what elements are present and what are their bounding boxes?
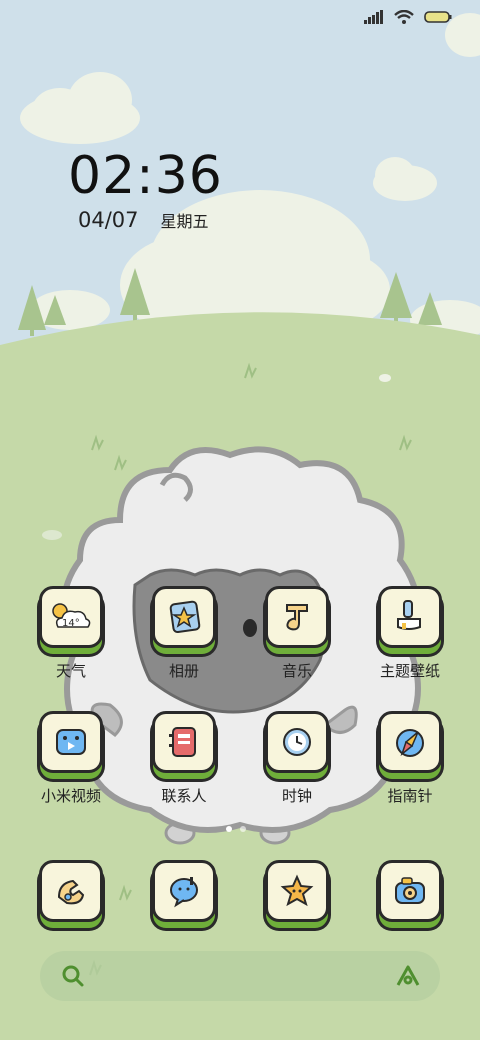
dock-camera[interactable] xyxy=(360,860,460,922)
weather-temp: 14° xyxy=(62,618,80,629)
themes-icon xyxy=(397,600,421,630)
battery-icon xyxy=(424,11,452,23)
star-app-icon xyxy=(280,874,314,907)
weather-icon: 14° xyxy=(52,603,91,629)
app-video[interactable]: 小米视频 xyxy=(21,711,121,806)
app-label: 相册 xyxy=(168,662,199,680)
page-indicator[interactable] xyxy=(226,826,246,832)
app-label: 指南针 xyxy=(387,787,433,805)
music-icon xyxy=(286,604,308,631)
phone-icon xyxy=(57,879,85,905)
app-label: 小米视频 xyxy=(40,787,101,805)
app-contacts[interactable]: 联系人 xyxy=(134,711,234,806)
app-label: 时钟 xyxy=(281,787,312,805)
app-label: 音乐 xyxy=(281,662,312,680)
assistant-icon[interactable] xyxy=(394,963,422,989)
search-icon[interactable] xyxy=(60,963,86,989)
dock-messages[interactable] xyxy=(134,860,234,922)
gallery-icon xyxy=(169,600,201,634)
compass-icon xyxy=(396,729,424,757)
app-clock[interactable]: 时钟 xyxy=(247,711,347,806)
camera-icon xyxy=(395,877,425,904)
clock-icon xyxy=(283,728,311,756)
signal-icon xyxy=(364,10,383,24)
contacts-icon xyxy=(169,727,196,757)
app-compass[interactable]: 指南针 xyxy=(360,711,460,806)
page-dot[interactable] xyxy=(240,826,246,832)
date-text: 04/07 xyxy=(78,208,139,232)
clock-date[interactable]: 04/07 星期五 xyxy=(78,208,209,232)
app-label: 主题壁纸 xyxy=(379,662,440,680)
app-label: 联系人 xyxy=(161,787,207,805)
status-bar xyxy=(364,10,452,24)
dock-star-app[interactable] xyxy=(247,860,347,922)
app-music[interactable]: 音乐 xyxy=(247,586,347,681)
app-gallery[interactable]: 相册 xyxy=(134,586,234,681)
search-bar[interactable] xyxy=(40,951,440,1001)
wifi-icon xyxy=(394,10,414,24)
messages-icon xyxy=(170,877,198,908)
clock-time[interactable]: 02:36 xyxy=(68,146,223,206)
weekday-text: 星期五 xyxy=(160,212,209,231)
app-label: 天气 xyxy=(55,662,86,680)
page-dot[interactable] xyxy=(226,826,232,832)
app-themes[interactable]: 主题壁纸 xyxy=(360,586,460,681)
app-weather[interactable]: 14° 天气 xyxy=(21,586,121,681)
dock-phone[interactable] xyxy=(21,860,121,922)
video-icon xyxy=(56,729,86,755)
